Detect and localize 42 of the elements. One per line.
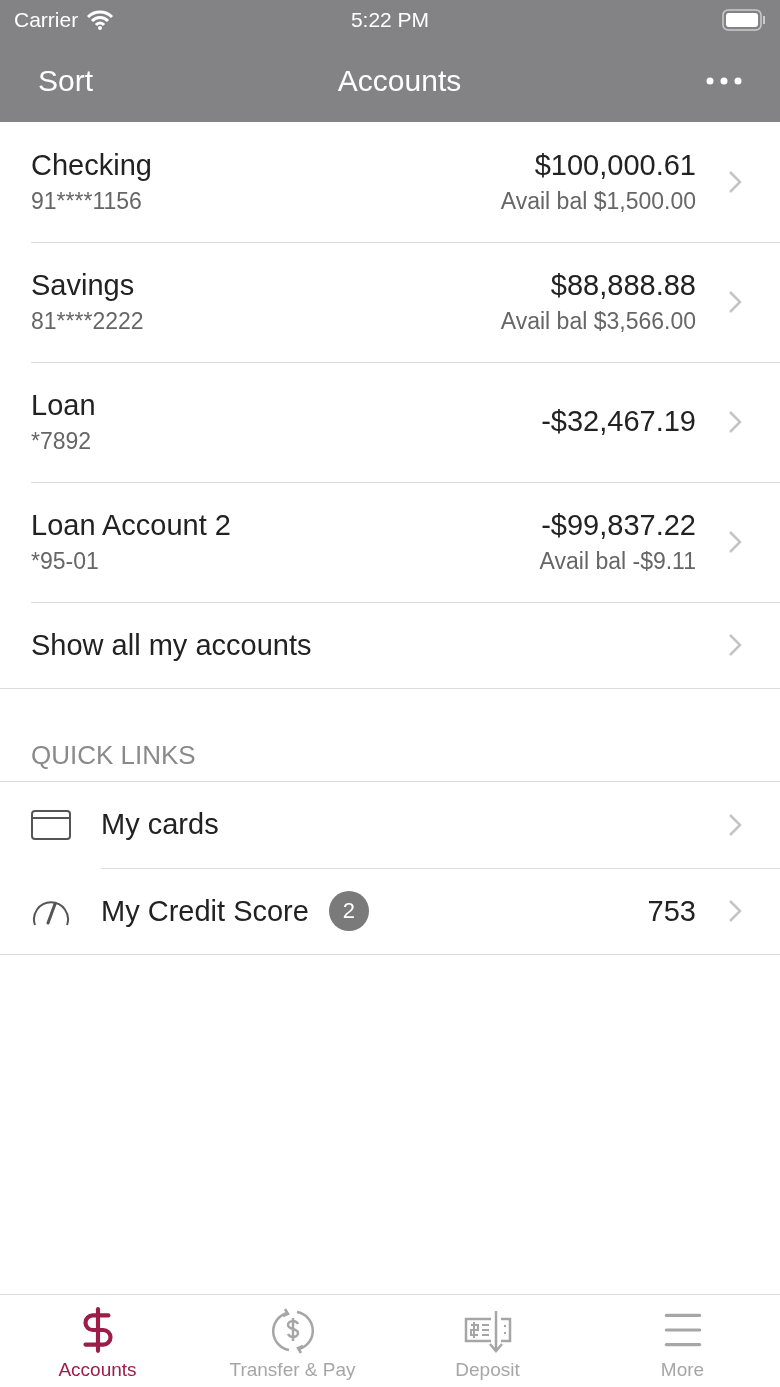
account-balance: $88,888.88 [550, 268, 696, 302]
credit-score-value: 753 [647, 894, 696, 928]
chevron-icon [728, 812, 742, 837]
account-number: 81****2222 [31, 307, 144, 335]
page-title: Accounts [337, 64, 462, 98]
tab-bar-item[interactable]: Accounts [0, 1295, 195, 1387]
carrier-name: Carrier [14, 8, 79, 32]
status-time: 5:22 PM [350, 8, 430, 32]
account-row[interactable]: Checking 91****1156 $100,000.61 Avail bal $1,500.00 [0, 122, 780, 242]
check-deposit-icon [462, 1309, 513, 1355]
account-balance: -$32,467.19 [541, 405, 696, 438]
chevron-icon [728, 633, 742, 657]
account-number: 91****1156 [31, 187, 142, 215]
account-row[interactable]: Loan *7892 -$32,467.19 [0, 362, 780, 482]
quick-link-label[interactable]: My Credit Score [101, 894, 309, 928]
account-row[interactable]: Savings 81****2222 $88,888.88 Avail bal $3,566.00 [0, 242, 780, 362]
account-number: *7892 [31, 427, 92, 455]
chevron-icon [728, 899, 742, 923]
chevron-icon [728, 289, 742, 314]
account-balance: $100,000.61 [534, 148, 696, 182]
account-row[interactable]: Loan Account 2 *95-01 -$99,837.22 Avail bal -$9.11 [0, 482, 780, 602]
chevron-icon [728, 409, 742, 434]
section-heading: QUICK LINKS [31, 740, 196, 771]
account-name: Checking [31, 148, 152, 182]
battery-icon [722, 9, 766, 31]
account-name: Savings [31, 268, 135, 302]
wifi-icon [86, 10, 115, 30]
available-balance: Avail bal $3,566.00 [500, 307, 696, 335]
credit-card-icon [31, 810, 71, 840]
available-balance: Avail bal -$9.11 [539, 547, 696, 575]
available-balance: Avail bal $1,500.00 [500, 187, 696, 215]
account-name: Loan Account 2 [31, 508, 231, 542]
sort-button[interactable]: Sort [38, 64, 94, 98]
chevron-icon [728, 529, 742, 554]
account-number: *95-01 [31, 547, 99, 575]
chevron-icon [728, 169, 742, 194]
notification-badge: 2 [328, 891, 369, 931]
account-balance: -$99,837.22 [541, 508, 696, 542]
quick-link-label[interactable]: My cards [101, 808, 219, 841]
show-all-link[interactable]: Show all my accounts [31, 628, 312, 662]
account-name: Loan [31, 388, 96, 422]
more-icon[interactable] [706, 77, 742, 85]
